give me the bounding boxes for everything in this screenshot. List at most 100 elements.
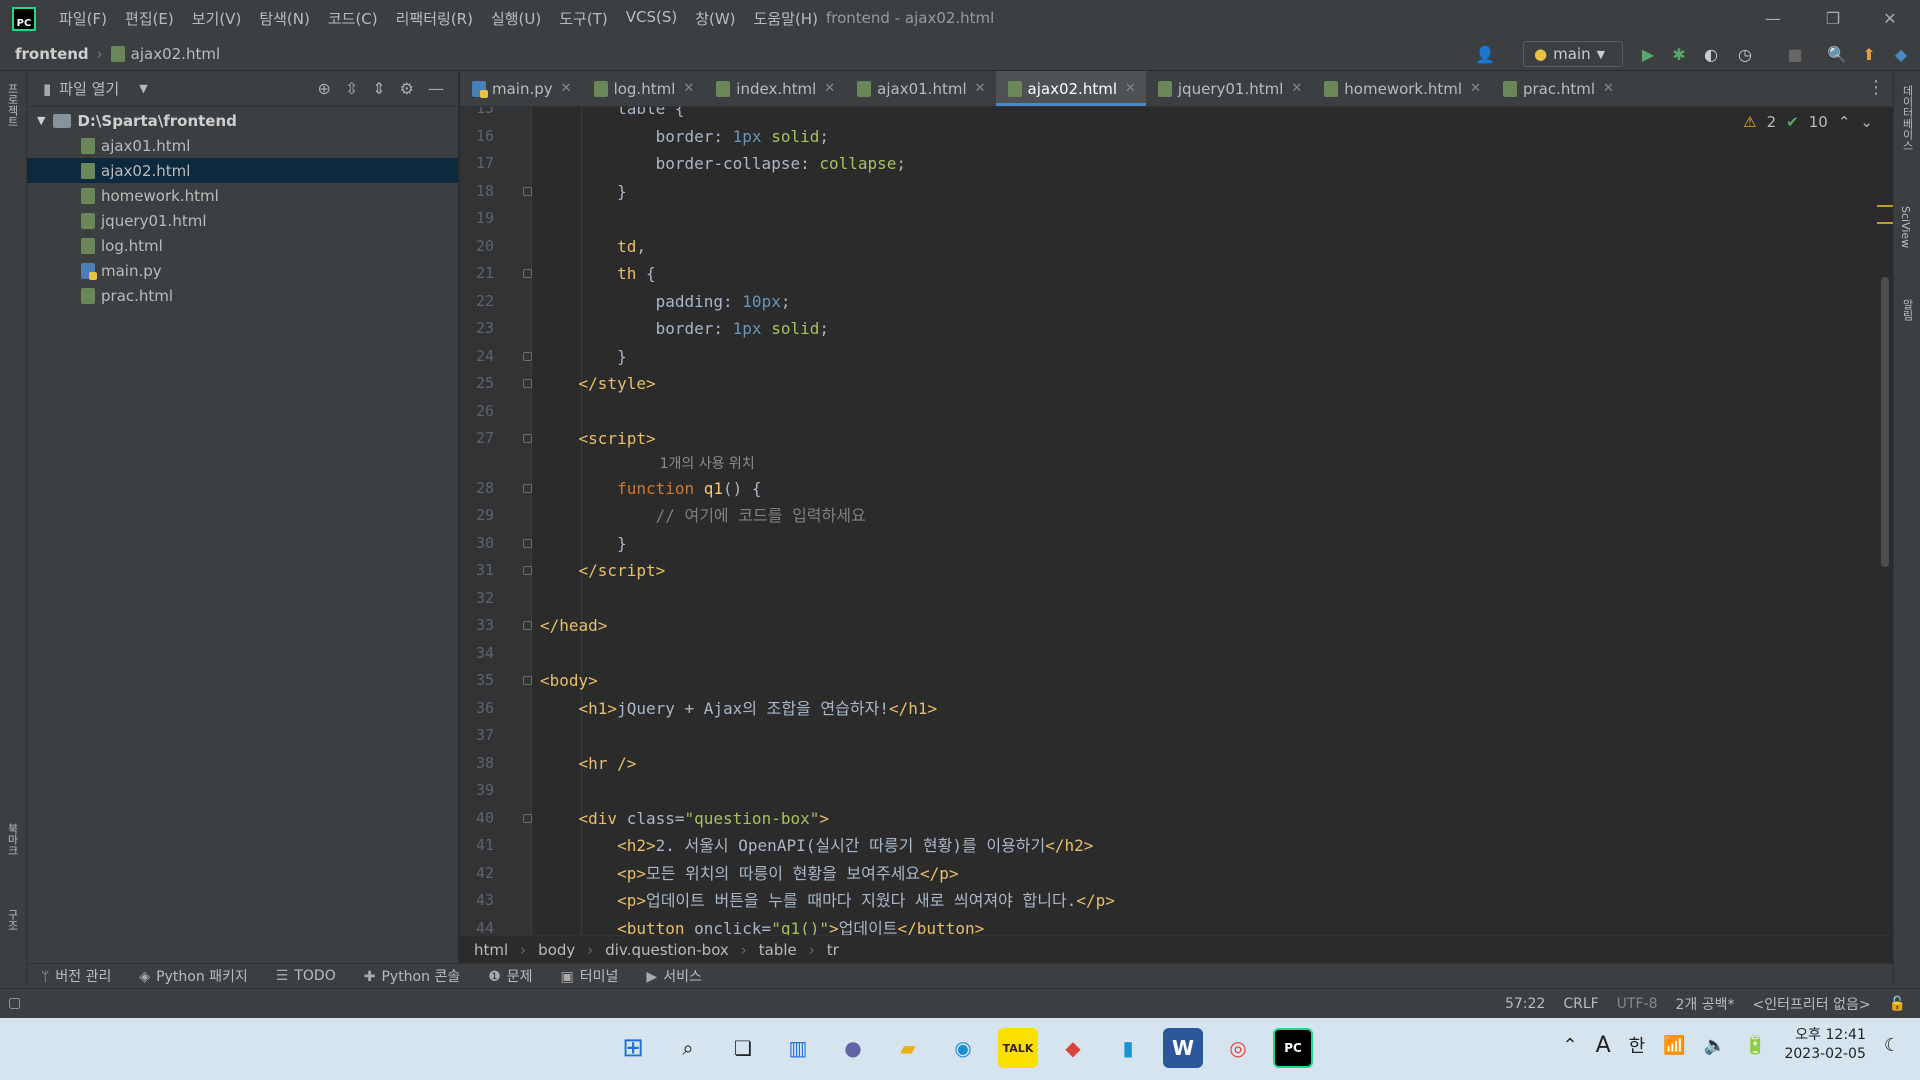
widgets-icon[interactable]: ▥: [778, 1028, 818, 1068]
warning-marker[interactable]: [1877, 222, 1893, 224]
coverage-icon[interactable]: ◐: [1700, 43, 1722, 65]
fold-icon[interactable]: [523, 434, 532, 443]
project-panel-title[interactable]: 파일 열기: [59, 78, 119, 99]
bookmarks-tool-tab[interactable]: 북마크: [4, 823, 20, 856]
wifi-icon[interactable]: 📶: [1663, 1035, 1685, 1056]
close-icon[interactable]: ✕: [1470, 81, 1481, 96]
file-explorer-icon[interactable]: ▰: [888, 1028, 928, 1068]
interpreter-status[interactable]: <인터프리터 없음>: [1752, 994, 1870, 1014]
file-encoding[interactable]: UTF-8: [1617, 996, 1658, 1012]
tool-vcs[interactable]: ᛘ 버전 관리: [41, 966, 111, 986]
menu-run[interactable]: 실행(U): [482, 8, 550, 29]
tree-item-jquery01[interactable]: jquery01.html: [27, 208, 458, 233]
tab-log-html[interactable]: log.html ✕: [582, 71, 705, 106]
hide-icon[interactable]: —: [428, 79, 444, 98]
tool-problems[interactable]: ❶ 문제: [488, 966, 532, 986]
pycharm-icon[interactable]: PC: [1273, 1028, 1313, 1068]
chevron-up-icon[interactable]: ⌃: [1838, 113, 1851, 131]
kakaotalk-icon[interactable]: TALK: [998, 1028, 1038, 1068]
menu-edit[interactable]: 편집(E): [116, 8, 183, 29]
stop-icon[interactable]: ■: [1784, 43, 1806, 65]
tool-terminal[interactable]: ▣ 터미널: [561, 966, 619, 986]
task-view-icon[interactable]: ❏: [723, 1028, 763, 1068]
minimize-button[interactable]: —: [1743, 0, 1803, 37]
tab-prac-html[interactable]: prac.html ✕: [1491, 71, 1624, 106]
usage-hint[interactable]: 1개의 사용 위치: [540, 453, 1115, 475]
fold-icon[interactable]: [523, 186, 532, 196]
close-icon[interactable]: ✕: [1291, 81, 1302, 96]
chevron-up-icon[interactable]: ⌃: [1563, 1035, 1578, 1056]
close-icon[interactable]: ✕: [683, 81, 694, 96]
tab-jquery01-html[interactable]: jquery01.html ✕: [1146, 71, 1312, 106]
structure-tool-tab[interactable]: 구조: [4, 909, 20, 931]
search-icon[interactable]: 🔍: [1826, 43, 1848, 65]
breadcrumb-item[interactable]: html: [474, 941, 508, 959]
fold-icon[interactable]: [523, 621, 532, 630]
word-icon[interactable]: W: [1163, 1028, 1203, 1068]
breadcrumb-item[interactable]: tr: [827, 941, 839, 959]
menu-view[interactable]: 보기(V): [183, 8, 251, 29]
more-vertical-icon[interactable]: ⋮: [1867, 77, 1885, 98]
gear-icon[interactable]: ⚙: [400, 79, 414, 98]
close-window-button[interactable]: ✕: [1860, 0, 1920, 37]
fold-icon[interactable]: [523, 483, 532, 493]
close-icon[interactable]: ✕: [561, 81, 572, 96]
edge-icon[interactable]: ◉: [943, 1028, 983, 1068]
inspection-widget[interactable]: ⚠ 2 ✔ 10 ⌃ ⌄: [1743, 113, 1873, 131]
tree-item-main[interactable]: main.py: [27, 258, 458, 283]
notifications-tool-tab[interactable]: 알림: [1899, 299, 1915, 321]
menu-navigate[interactable]: 탐색(N): [250, 8, 319, 29]
code-editor[interactable]: 15 table { 16 border: 1px solid; 17 bord…: [460, 107, 1893, 935]
tool-python-console[interactable]: ✚ Python 콘솔: [364, 966, 460, 986]
tab-ajax01-html[interactable]: ajax01.html ✕: [845, 71, 995, 106]
close-icon[interactable]: ✕: [1125, 81, 1136, 96]
close-icon[interactable]: ✕: [824, 81, 835, 96]
chrome-icon[interactable]: ◎: [1218, 1028, 1258, 1068]
menu-help[interactable]: 도움말(H): [745, 8, 827, 29]
lock-icon[interactable]: 🔓: [1889, 996, 1906, 1012]
run-config-select[interactable]: ● main ▼: [1523, 41, 1623, 67]
menu-window[interactable]: 창(W): [686, 8, 744, 29]
moon-icon[interactable]: ☾: [1884, 1035, 1900, 1056]
ime-mode[interactable]: A: [1596, 1033, 1611, 1058]
project-tool-tab[interactable]: 프로젝트: [4, 83, 20, 127]
breadcrumb-item[interactable]: table: [759, 941, 797, 959]
tool-todo[interactable]: ☰ TODO: [276, 968, 336, 984]
start-icon[interactable]: ⊞: [613, 1028, 653, 1068]
vertical-scrollbar[interactable]: [1881, 277, 1889, 567]
tab-main-py[interactable]: main.py ✕: [460, 71, 582, 106]
user-icon[interactable]: 👤: [1470, 43, 1500, 65]
tree-item-ajax02[interactable]: ajax02.html: [27, 158, 458, 183]
tool-services[interactable]: ▶ 서비스: [646, 966, 701, 986]
close-icon[interactable]: ✕: [1603, 81, 1614, 96]
debug-icon[interactable]: ✱: [1668, 43, 1690, 65]
fold-icon[interactable]: [523, 566, 532, 575]
battery-icon[interactable]: 🔋: [1744, 1035, 1766, 1056]
sciview-tool-tab[interactable]: SciView: [1899, 206, 1912, 248]
nav-project[interactable]: frontend: [15, 45, 89, 63]
menu-code[interactable]: 코드(C): [319, 8, 387, 29]
tab-homework-html[interactable]: homework.html ✕: [1312, 71, 1491, 106]
clock[interactable]: 오후 12:41 2023-02-05: [1784, 1026, 1865, 1064]
jetbrains-icon[interactable]: ◆: [1890, 43, 1912, 65]
code-content[interactable]: 15 table { 16 border: 1px solid; 17 bord…: [476, 107, 1115, 935]
fold-icon[interactable]: [523, 379, 532, 388]
volume-icon[interactable]: 🔈: [1704, 1035, 1726, 1056]
search-icon[interactable]: ⌕: [668, 1028, 708, 1068]
tab-index-html[interactable]: index.html ✕: [704, 71, 845, 106]
ime-lang[interactable]: 한: [1629, 1032, 1646, 1058]
menu-tools[interactable]: 도구(T): [550, 8, 616, 29]
indent-setting[interactable]: 2개 공백*: [1675, 994, 1734, 1014]
tree-item-log[interactable]: log.html: [27, 233, 458, 258]
close-icon[interactable]: ✕: [975, 81, 986, 96]
menu-refactor[interactable]: 리팩터링(R): [387, 8, 482, 29]
pycharm-logo-icon[interactable]: PC: [12, 6, 36, 31]
caret-position[interactable]: 57:22: [1505, 996, 1545, 1012]
line-separator[interactable]: CRLF: [1563, 996, 1598, 1012]
tool-python-packages[interactable]: ◈ Python 패키지: [139, 966, 247, 986]
tree-item-ajax01[interactable]: ajax01.html: [27, 133, 458, 158]
fold-icon[interactable]: [523, 351, 532, 361]
expand-all-icon[interactable]: ⇳: [345, 79, 358, 98]
layout-icon[interactable]: ▢: [8, 995, 21, 1011]
restore-button[interactable]: ❐: [1803, 0, 1863, 37]
